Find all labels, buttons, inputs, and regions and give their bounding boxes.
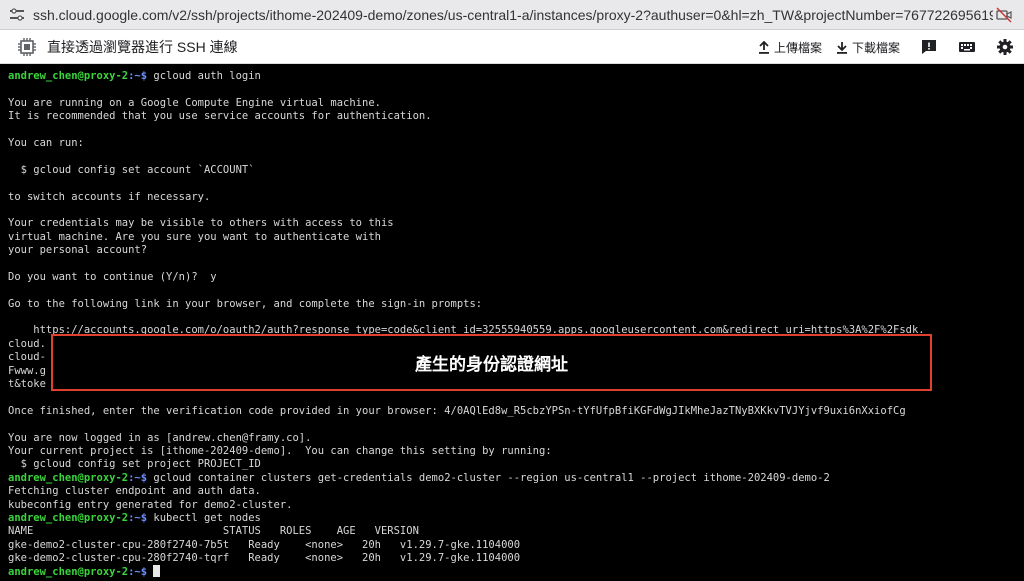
terminal-line: to switch accounts if necessary. [8,191,1024,204]
line-text: Do you want to continue (Y/n)? y [8,270,217,283]
terminal-line: kubeconfig entry generated for demo2-clu… [8,499,1024,512]
terminal-line: You are now logged in as [andrew.chen@fr… [8,432,1024,445]
annotation-box: 產生的身份認證網址 [51,334,932,391]
line-text: gke-demo2-cluster-cpu-280f2740-7b5t Read… [8,538,521,551]
line-text: Go to the following link in your browser… [8,297,483,310]
line-text: Your current project is [ithome-202409-d… [8,444,552,457]
prompt-user: andrew_chen@proxy-2 [8,70,129,82]
line-text: Your credentials may be visible to other… [8,217,394,230]
line-text: Fetching cluster endpoint and auth data. [8,485,261,498]
line-text: kubectl get nodes [147,511,261,524]
prompt-path: :~$ [128,471,148,484]
ssh-toolbar: 直接透過瀏覽器進行 SSH 連線 上傳檔案 下載檔案 [0,30,1024,64]
line-text: your personal account? [8,244,148,257]
line-text: NAME STATUS ROLES AGE VERSION [8,525,419,538]
download-label: 下載檔案 [851,40,900,55]
terminal-line: Go to the following link in your browser… [8,298,1024,311]
terminal-line: gke-demo2-cluster-cpu-280f2740-tqrf Read… [8,552,1024,565]
gear-icon[interactable] [996,38,1014,56]
line-text: You can run: [8,136,84,149]
upload-icon [758,40,769,54]
feedback-icon[interactable] [920,38,938,56]
line-text: It is recommended that you use service a… [8,110,432,123]
url-text[interactable]: ssh.cloud.google.com/v2/ssh/projects/ith… [33,7,993,23]
line-text: gcloud auth login [147,70,261,82]
prompt-path: :~$ [128,511,148,524]
camera-blocked-icon[interactable] [996,7,1012,23]
terminal-line: NAME STATUS ROLES AGE VERSION [8,525,1024,538]
line-text: $ gcloud config set project PROJECT_ID [8,458,261,471]
terminal-line: $ gcloud config set project PROJECT_ID [8,458,1024,471]
prompt-user: andrew_chen@proxy-2 [8,566,129,579]
terminal-line: It is recommended that you use service a… [8,110,1024,123]
page-title: 直接透過瀏覽器進行 SSH 連線 [47,38,238,55]
terminal-line: You are running on a Google Compute Engi… [8,97,1024,110]
vm-instance-icon [18,37,36,56]
line-text: You are running on a Google Compute Engi… [8,96,381,109]
line-text: gcloud container clusters get-credential… [147,471,830,484]
terminal-line: Once finished, enter the verification co… [8,405,1024,418]
terminal-prompt-line: andrew_chen@proxy-2:~$ gcloud auth login [8,70,1024,83]
terminal-line: $ gcloud config set account `ACCOUNT` [8,164,1024,177]
prompt-path: :~$ [128,566,148,579]
download-file-button[interactable]: 下載檔案 [836,39,900,56]
line-text: t&toke [8,377,46,390]
upload-file-button[interactable]: 上傳檔案 [758,39,822,56]
line-text: to switch accounts if necessary. [8,190,211,203]
upload-label: 上傳檔案 [773,40,822,55]
line-text: Once finished, enter the verification co… [8,404,906,417]
line-text: gke-demo2-cluster-cpu-280f2740-tqrf Read… [8,552,521,565]
prompt-user: andrew_chen@proxy-2 [8,511,129,524]
keyboard-icon[interactable] [958,38,976,56]
terminal-cursor [153,565,161,578]
terminal-line: You can run: [8,137,1024,150]
terminal-prompt-line: andrew_chen@proxy-2:~$ gcloud container … [8,472,1024,485]
terminal-line: virtual machine. Are you sure you want t… [8,231,1024,244]
site-settings-icon[interactable] [9,7,25,22]
download-icon [836,41,847,54]
terminal-line: Do you want to continue (Y/n)? y [8,271,1024,284]
line-text: You are now logged in as [andrew.chen@fr… [8,431,312,444]
terminal-line: your personal account? [8,244,1024,257]
line-text: virtual machine. Are you sure you want t… [8,230,381,243]
browser-address-bar[interactable]: ssh.cloud.google.com/v2/ssh/projects/ith… [0,0,1024,30]
prompt-user: andrew_chen@proxy-2 [8,471,129,484]
prompt-path: :~$ [128,70,148,82]
terminal-prompt-line: andrew_chen@proxy-2:~$ kubectl get nodes [8,512,1024,525]
terminal-line: Fetching cluster endpoint and auth data. [8,485,1024,498]
terminal-output[interactable]: andrew_chen@proxy-2:~$ gcloud auth login… [0,64,1024,581]
line-text: $ gcloud config set account `ACCOUNT` [8,163,255,176]
terminal-prompt-line: andrew_chen@proxy-2:~$ [8,565,1024,578]
line-text: kubeconfig entry generated for demo2-clu… [8,498,293,511]
terminal-line: gke-demo2-cluster-cpu-280f2740-7b5t Read… [8,539,1024,552]
terminal-line: Your current project is [ithome-202409-d… [8,445,1024,458]
annotation-label: 產生的身份認證網址 [415,355,568,375]
terminal-line: Your credentials may be visible to other… [8,217,1024,230]
